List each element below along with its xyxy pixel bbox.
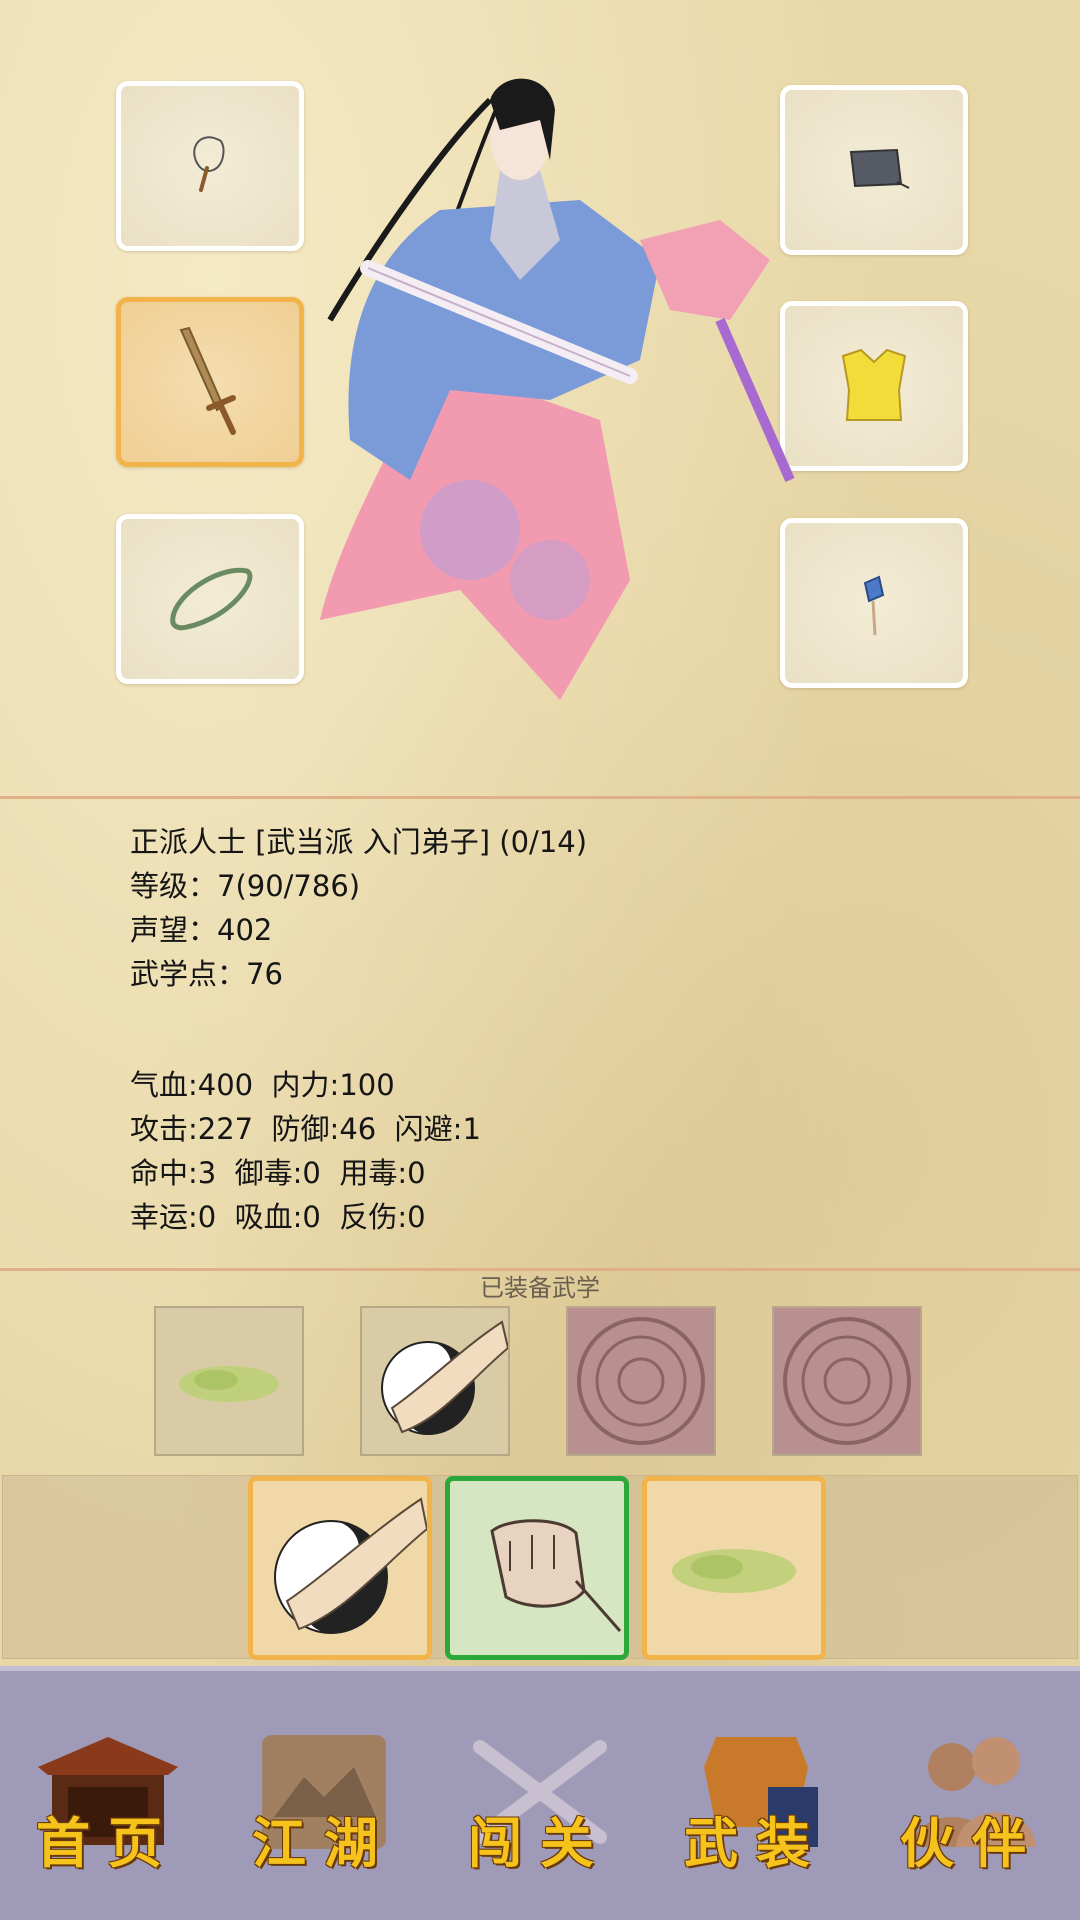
stats-line: 气血:400 内力:100	[130, 1068, 395, 1102]
stats-line: 攻击:227 防御:46 闪避:1	[130, 1112, 481, 1146]
skill-card-active[interactable]	[445, 1476, 629, 1660]
equipped-skill-slot-empty[interactable]	[772, 1306, 922, 1456]
skill-card[interactable]	[248, 1476, 432, 1660]
stats-line: 幸运:0 吸血:0 反伤:0	[130, 1200, 426, 1234]
nav-home-label: 首页	[36, 1811, 180, 1875]
nav-home[interactable]: 首页	[0, 1671, 216, 1920]
taiji-palm-skill-icon	[274, 1497, 427, 1634]
character-title: 正派人士 [武当派 入门弟子] (0/14)	[130, 825, 588, 859]
equip-slot-weapon[interactable]	[116, 297, 304, 467]
equip-slot-bracelet[interactable]	[116, 514, 304, 684]
nav-challenge[interactable]: 闯关	[432, 1671, 648, 1920]
equip-slot-head[interactable]	[780, 85, 968, 255]
cap-icon	[849, 148, 910, 189]
empty-seal-slot-icon	[577, 1317, 705, 1445]
taiji-palm-skill-icon	[381, 1320, 508, 1435]
character-info: 正派人士 [武当派 入门弟子] (0/14) 等级：7(90/786) 声望：4…	[130, 820, 587, 996]
empty-seal-slot-icon	[783, 1317, 911, 1445]
whisk-icon	[193, 136, 225, 192]
skill-card[interactable]	[642, 1476, 826, 1660]
character-portrait	[320, 78, 795, 700]
nav-jianghu[interactable]: 江湖	[216, 1671, 432, 1920]
green-moss-skill-icon	[672, 1549, 796, 1593]
equipped-skill-slot[interactable]	[154, 1306, 304, 1456]
pendant-icon	[863, 575, 885, 636]
character-level: 等级：7(90/786)	[130, 869, 361, 903]
equip-slot-pendant[interactable]	[780, 518, 968, 688]
equipped-skills-label: 已装备武学	[480, 1274, 600, 1302]
bottom-navigation: 首页 江湖 闯关 武装 伙伴	[0, 1666, 1080, 1920]
green-moss-skill-icon	[179, 1366, 279, 1402]
nav-armament-label: 武装	[684, 1811, 828, 1875]
equipped-skill-slot[interactable]	[360, 1306, 510, 1456]
character-martial-points: 武学点：76	[130, 957, 283, 991]
armor-vest-icon	[841, 348, 907, 421]
equip-slot-accessory[interactable]	[116, 81, 304, 251]
stats-line: 命中:3 御毒:0 用毒:0	[130, 1156, 426, 1190]
nav-armament[interactable]: 武装	[648, 1671, 864, 1920]
equipped-skill-slot-empty[interactable]	[566, 1306, 716, 1456]
nav-jianghu-label: 江湖	[252, 1811, 396, 1875]
sword-icon	[179, 326, 236, 435]
equip-slot-body[interactable]	[780, 301, 968, 471]
nav-companions-label: 伙伴	[900, 1811, 1044, 1875]
jade-bracelet-icon	[170, 567, 253, 631]
character-reputation: 声望：402	[130, 913, 273, 947]
fist-skill-icon	[490, 1519, 622, 1632]
nav-companions[interactable]: 伙伴	[864, 1671, 1080, 1920]
character-stats: 气血:400 内力:100 攻击:227 防御:46 闪避:1 命中:3 御毒:…	[130, 1063, 481, 1239]
divider	[0, 796, 1080, 799]
nav-challenge-label: 闯关	[468, 1811, 612, 1875]
